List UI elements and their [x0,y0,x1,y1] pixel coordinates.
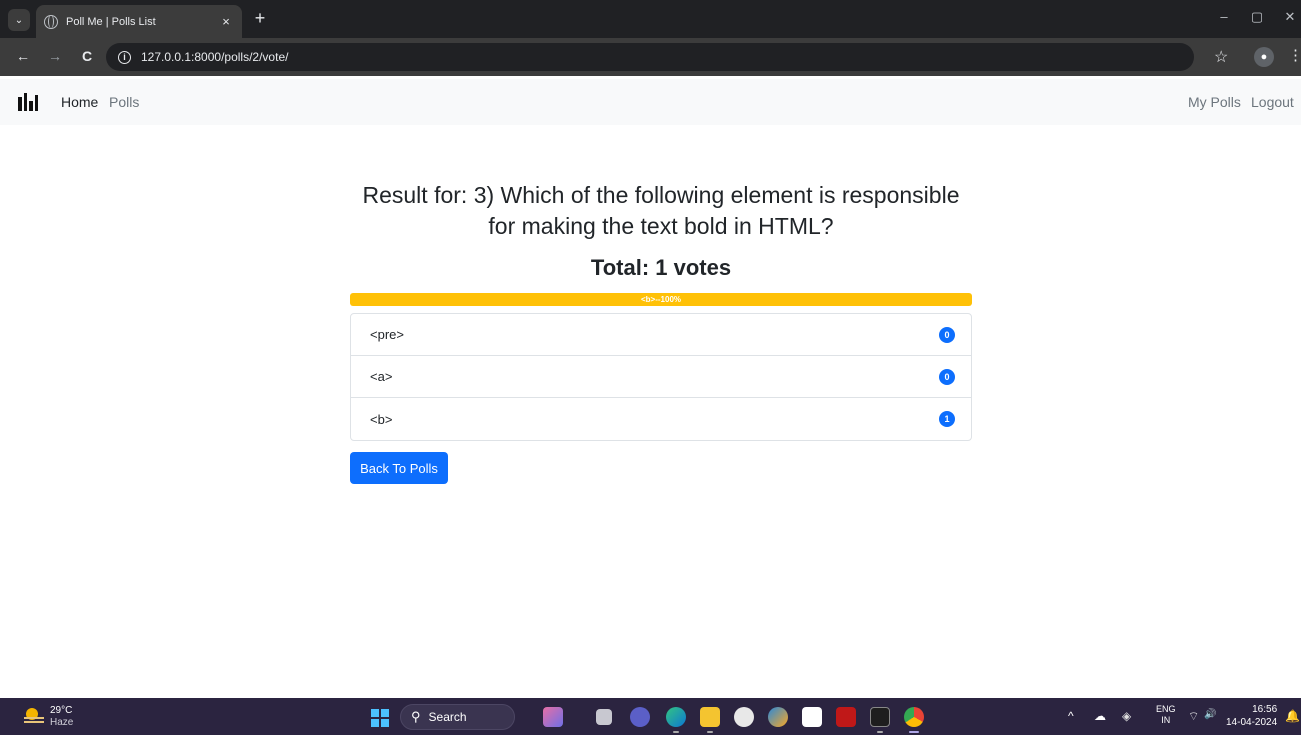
store-icon[interactable] [802,707,822,727]
minimize-icon[interactable]: – [1214,9,1234,24]
language-indicator[interactable]: ENG IN [1156,704,1176,726]
edge-icon[interactable] [666,707,686,727]
choice-label: <pre> [370,327,404,342]
forward-icon[interactable]: → [46,48,64,64]
nav-my-polls[interactable]: My Polls [1188,94,1241,110]
mcafee-icon[interactable] [836,707,856,727]
tab-close-icon[interactable]: × [218,14,234,29]
choices-list: <pre> 0 <a> 0 <b> 1 [350,313,972,441]
search-icon: ⚲ [411,709,421,724]
clock-time: 16:56 [1252,704,1278,715]
region-code: IN [1161,715,1171,725]
total-votes: Total: 1 votes [590,255,732,280]
task-view-icon[interactable] [596,709,612,725]
address-bar-row: ← → C i 127.0.0.1:8000/polls/2/vote/ ☆ ●… [0,38,1301,76]
brand-logo-icon[interactable] [18,93,38,111]
github-desktop-icon[interactable] [734,707,754,727]
reload-icon[interactable]: C [78,48,96,64]
weather-temp: 29°C [50,705,73,716]
weather-desc: Haze [50,717,74,728]
show-hidden-icons-chevron[interactable]: ^ [1068,709,1074,723]
back-icon[interactable]: ← [14,48,32,64]
kebab-menu-icon[interactable]: ⋮ [1288,46,1301,64]
taskbar-search-input[interactable]: ⚲ Search [400,704,515,730]
vscode-icon[interactable] [768,707,788,727]
lang-code: ENG [1156,704,1176,714]
list-item: <b> 1 [351,398,971,440]
site-navbar: Home Polls My Polls Logout [0,79,1301,125]
vote-count-badge: 1 [939,411,955,427]
progress-bar-fill: <b>--100% [350,293,972,306]
clock[interactable]: 16:56 14-04-2024 [1226,703,1277,729]
volume-icon[interactable]: 🔊 [1204,709,1216,720]
list-item: <a> 0 [351,356,971,398]
profile-icon[interactable]: ● [1254,47,1274,67]
restore-icon[interactable]: ▢ [1247,9,1267,25]
vote-count-badge: 0 [939,326,955,343]
globe-icon [44,14,58,29]
terminal-icon[interactable] [870,707,890,727]
tab-title: Poll Me | Polls List [66,15,156,28]
vote-count-badge: 0 [939,368,955,385]
windows-start-icon[interactable] [371,709,389,727]
new-tab-icon[interactable]: + [250,8,270,29]
result-progress: <b>--100% [350,293,972,306]
close-window-icon[interactable]: ✕ [1280,9,1300,25]
wifi-icon[interactable]: ⌔ [1188,709,1199,724]
tab-search-icon[interactable]: ⌄ [8,9,30,31]
nav-logout[interactable]: Logout [1251,94,1294,110]
result-title: Result for: 3) Which of the following el… [362,182,960,239]
taskbar: 29°C Haze ⚲ Search ^ ☁ ◈ ENG IN ⌔ 🔊 16:5… [0,698,1301,735]
choice-label: <a> [370,369,393,384]
list-item: <pre> 0 [351,314,971,356]
onedrive-icon[interactable]: ☁ [1094,709,1106,723]
weather-haze-icon[interactable] [24,707,44,725]
copilot-icon[interactable]: ◈ [1122,709,1131,723]
nav-home[interactable]: Home [61,94,98,110]
teams-icon[interactable] [630,707,650,727]
nav-polls[interactable]: Polls [109,94,139,110]
app-running-indicator [707,731,713,733]
browser-tab[interactable]: Poll Me | Polls List × [36,5,242,38]
widgets-app-icon[interactable] [543,707,563,727]
choice-label: <b> [370,411,393,427]
file-explorer-icon[interactable] [700,707,720,727]
app-running-indicator [673,731,679,733]
bookmark-star-icon[interactable]: ☆ [1214,47,1228,67]
url-field[interactable]: i 127.0.0.1:8000/polls/2/vote/ [106,43,1194,71]
url-text: 127.0.0.1:8000/polls/2/vote/ [141,50,289,64]
back-to-polls-button[interactable]: Back To Polls [350,452,448,484]
chrome-icon[interactable] [904,707,924,727]
browser-tab-bar: ⌄ Poll Me | Polls List × + – ▢ ✕ [0,0,1301,38]
app-active-indicator [909,731,919,733]
clock-date: 14-04-2024 [1226,717,1278,728]
notification-bell-icon[interactable]: 🔔 [1285,709,1300,723]
info-icon[interactable]: i [118,50,131,64]
search-label: Search [428,710,467,724]
app-running-indicator [877,731,883,733]
